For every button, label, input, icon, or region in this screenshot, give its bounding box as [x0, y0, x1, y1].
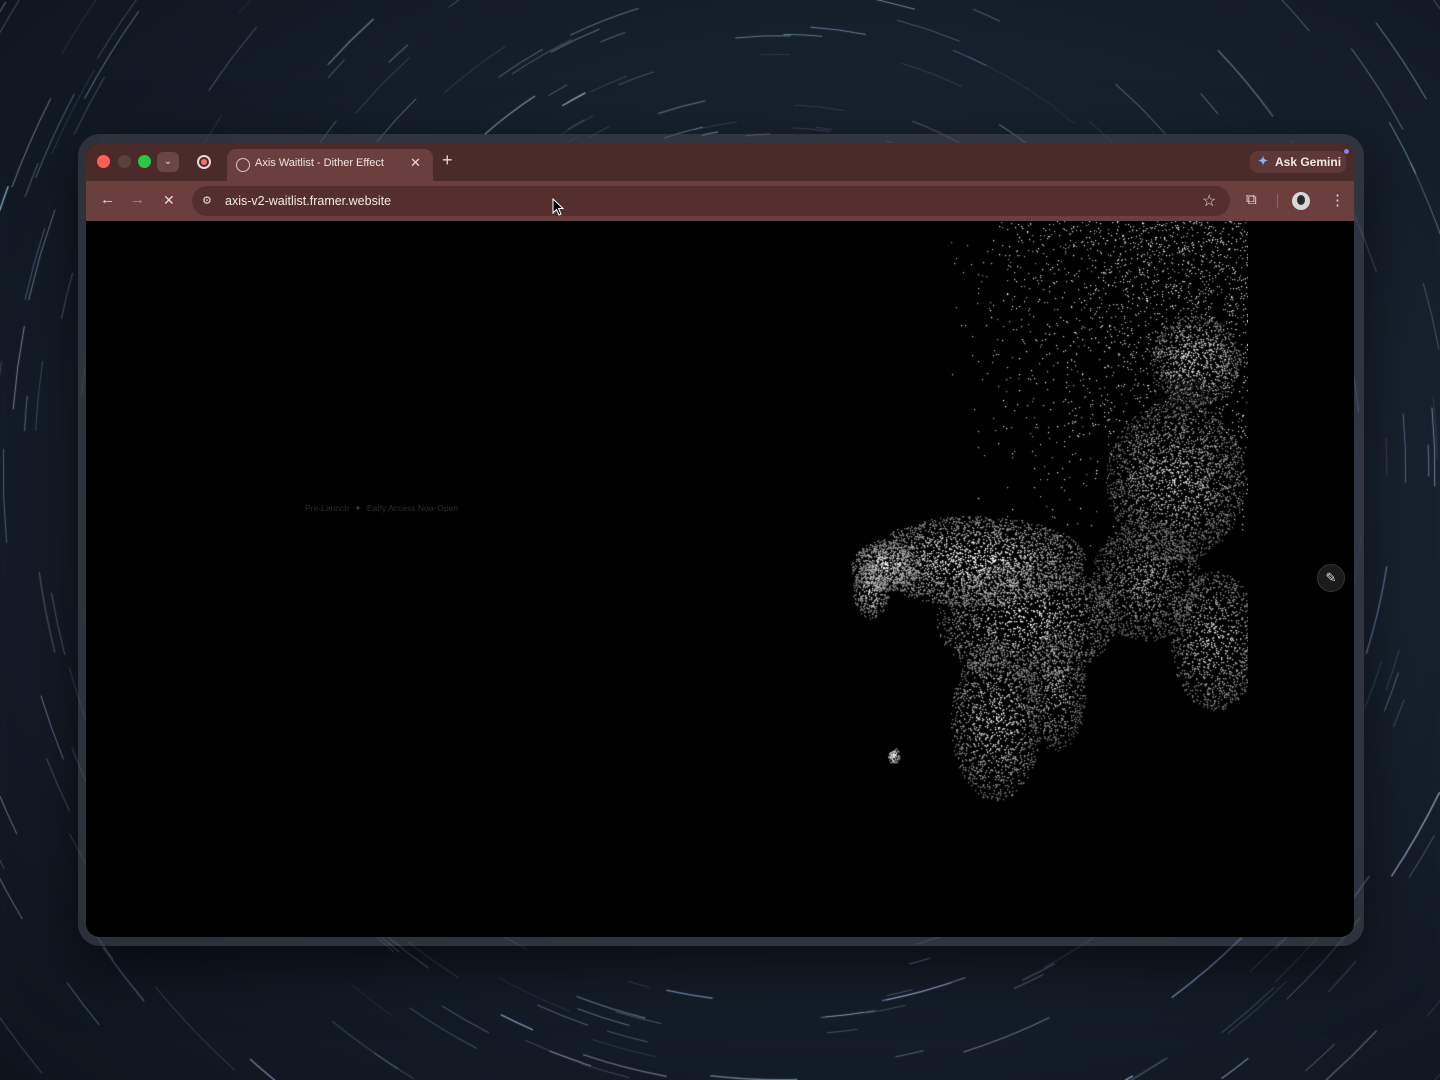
maximize-window-button[interactable]: [138, 155, 151, 168]
extensions-icon[interactable]: ⧉: [1246, 191, 1257, 208]
edit-pencil-icon[interactable]: ✎: [1317, 564, 1345, 592]
tab-search-icon[interactable]: ⌄: [157, 152, 179, 172]
ask-gemini-label: Ask Gemini: [1275, 155, 1342, 169]
prelaunch-badge: Pre-Launch ✦ Early Access Now Open: [305, 503, 458, 514]
browser-toolbar: ← → ✕ ⚙ axis-v2-waitlist.framer.website …: [86, 181, 1354, 221]
page-viewport: Pre-Launch ✦ Early Access Now Open ✎: [86, 221, 1354, 937]
notification-dot: [1344, 149, 1349, 154]
mouse-cursor-icon: [552, 198, 565, 216]
bookmark-star-icon[interactable]: ☆: [1202, 191, 1216, 211]
ask-gemini-button[interactable]: ✦ Ask Gemini: [1250, 151, 1346, 173]
dither-horse-rider-image: [726, 221, 1248, 821]
tab-strip: ⌄ Axis Waitlist - Dither Effect ✕ + ✦ As…: [86, 143, 1354, 181]
toolbar-divider: [1277, 194, 1278, 208]
site-info-icon[interactable]: ⚙: [202, 194, 212, 207]
tab-close-icon[interactable]: ✕: [410, 155, 421, 171]
minimize-window-button[interactable]: [118, 155, 131, 168]
back-arrow-icon[interactable]: ←: [100, 191, 115, 209]
forward-arrow-icon[interactable]: →: [130, 191, 145, 209]
profile-avatar[interactable]: [1292, 192, 1310, 210]
globe-icon: [236, 158, 250, 172]
tab-active[interactable]: Axis Waitlist - Dither Effect ✕: [227, 149, 433, 181]
browser-window: ⌄ Axis Waitlist - Dither Effect ✕ + ✦ As…: [86, 143, 1354, 937]
close-window-button[interactable]: [97, 155, 110, 168]
stop-loading-icon[interactable]: ✕: [163, 191, 175, 209]
sparkle-icon: ✦: [354, 503, 362, 513]
url-text[interactable]: axis-v2-waitlist.framer.website: [225, 194, 391, 208]
gemini-spark-icon: ✦: [1258, 154, 1269, 168]
prelaunch-label: Pre-Launch: [305, 503, 349, 513]
more-menu-icon[interactable]: ⋮: [1330, 191, 1345, 209]
new-tab-button[interactable]: +: [442, 150, 453, 170]
address-bar[interactable]: ⚙ axis-v2-waitlist.framer.website ☆: [192, 186, 1230, 216]
record-icon[interactable]: [197, 155, 211, 169]
early-access-label: Early Access Now Open: [366, 503, 459, 513]
tab-title: Axis Waitlist - Dither Effect: [255, 157, 384, 169]
